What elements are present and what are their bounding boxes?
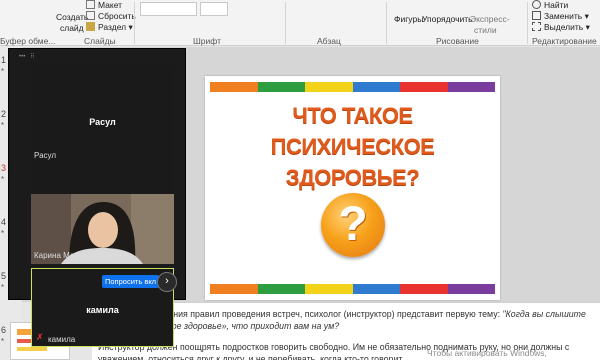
stripe-segment [305,82,353,92]
transition-star-icon: * [1,67,5,76]
participant-name-label: камила [48,335,76,344]
participant-video-tile[interactable]: Карина Магавьянова [31,194,174,264]
ask-to-unmute-button[interactable]: Попросить вкл [102,275,160,288]
search-icon [532,0,541,9]
question-mark-icon: ? [321,193,385,257]
title-line: ЗДОРОВЬЕ? [285,165,420,190]
color-stripe-top [210,82,495,92]
slides-group-label: Слайды [84,36,116,46]
quick-styles-label: стили [474,25,497,35]
participant-name-label: Карина Магавьянова [34,251,112,260]
layout-button[interactable]: Макет [86,0,122,10]
divider [386,2,387,44]
transition-star-icon: * [1,337,5,346]
stripe-segment [257,82,305,92]
transition-star-icon: * [1,121,5,130]
divider [527,2,528,44]
muted-mic-icon: ✗ [36,332,44,342]
new-slide-button[interactable]: Создать [56,12,88,22]
stripe-segment [257,284,305,294]
slide-number: 4 [1,217,7,227]
participant-tile-active[interactable]: Попросить вкл ··· камила ✗ камила [31,268,174,347]
stripe-segment [400,82,448,92]
windows-activation-watermark: Чтобы активировать Windows, [427,348,547,358]
stripe-segment [400,284,448,294]
transition-star-icon: * [1,283,5,292]
replace-icon [532,11,541,20]
panel-top-dots: ••• ⠿ [19,54,35,60]
divider [134,2,135,44]
find-button[interactable]: Найти [532,0,568,10]
thumbnail-bar [17,347,47,351]
ribbon: Создать слайд ▾ Макет Сбросить Раздел ▾ … [0,0,600,46]
stripe-segment [447,284,495,294]
editing-group-label: Редактирование [532,36,597,46]
stripe-segment [305,284,353,294]
transition-star-icon: * [1,229,5,238]
stripe-segment [447,82,495,92]
participant-display-name: Расул [89,117,116,127]
quick-styles-button[interactable]: Экспресс- [470,14,510,24]
participant-name-label: Расул [34,151,57,160]
drawing-group-label: Рисование [436,36,479,46]
arrange-button[interactable]: Упорядочить [422,14,473,24]
font-name-box[interactable] [140,2,197,16]
next-page-button[interactable]: › [157,272,177,292]
clipboard-group-label: Буфер обме... [0,36,56,46]
section-button[interactable]: Раздел ▾ [86,22,133,33]
video-call-panel: ••• ⠿ Расул Расул Карина Магавьянова Поп… [8,48,186,347]
layout-icon [86,0,95,9]
title-line: ПСИХИЧЕСКОЕ [270,134,435,159]
title-line: ЧТО ТАКОЕ [292,103,413,128]
replace-button[interactable]: Заменить ▾ [532,11,589,22]
stripe-segment [352,82,400,92]
divider [285,2,286,44]
shapes-button[interactable]: Фигуры [394,14,423,24]
participant-tile[interactable]: Расул Расул [31,65,174,193]
slide-number: 6 [1,325,7,335]
stripe-segment [210,82,258,92]
select-button[interactable]: Выделить ▾ [532,22,590,33]
font-size-box[interactable] [200,2,228,16]
font-group-label: Шрифт [193,36,221,46]
slide-number: 2 [1,109,7,119]
reset-button[interactable]: Сбросить [86,11,136,21]
reset-icon [86,11,95,20]
color-stripe-bottom [210,284,495,294]
stripe-segment [352,284,400,294]
participant-display-name: камила [86,305,119,315]
paragraph-group-label: Абзац [317,36,341,46]
slide-number: 1 [1,55,7,65]
slide-title[interactable]: ЧТО ТАКОЕ ПСИХИЧЕСКОЕ ЗДОРОВЬЕ? [205,100,500,193]
section-icon [86,22,95,31]
slide-canvas[interactable]: ЧТО ТАКОЕ ПСИХИЧЕСКОЕ ЗДОРОВЬЕ? ? [205,76,500,300]
stripe-segment [210,284,258,294]
transition-star-icon: * [1,175,5,184]
slide-number: 5 [1,271,7,281]
slide-number: 3 [1,163,7,173]
question-mark-glyph: ? [338,198,368,251]
select-icon [532,22,541,31]
